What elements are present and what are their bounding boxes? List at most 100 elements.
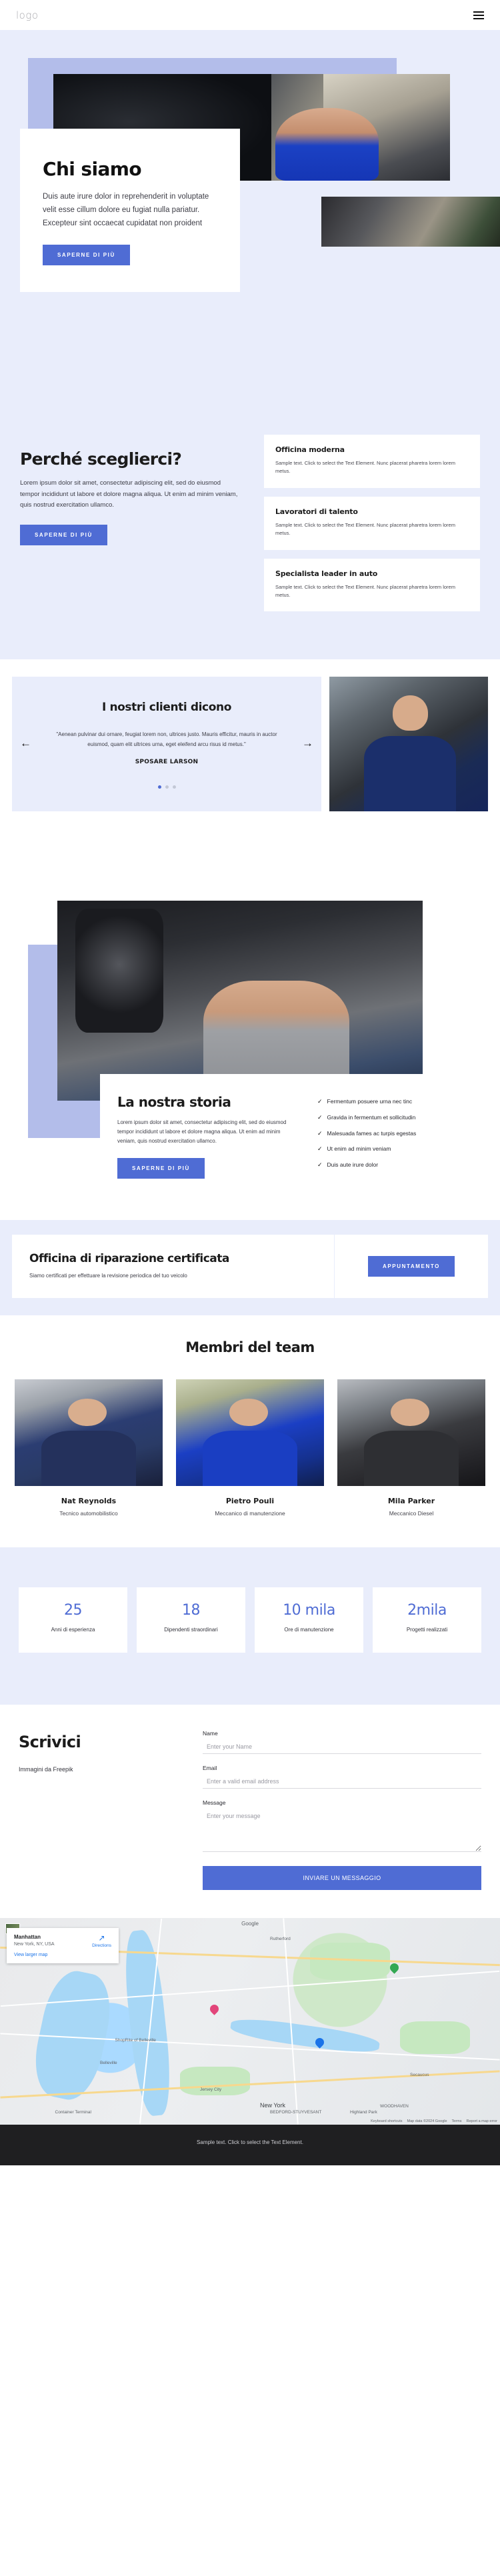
stat-card: 25 Anni di esperienza <box>19 1587 127 1653</box>
testimonials-section: I nostri clienti dicono ← → "Aenean pulv… <box>0 659 500 829</box>
testimonial-author: SPOSARE LARSON <box>135 759 199 766</box>
map-label: New York <box>260 2101 286 2109</box>
check-icon: ✓ <box>317 1129 323 1137</box>
map-attribution[interactable]: Terms <box>452 2119 462 2123</box>
contact-form: Name Email Message INVIARE UN MESSAGGIO <box>203 1730 481 1890</box>
site-logo[interactable]: logo <box>16 9 39 21</box>
contact-section: Scrivici Immagini da Freepik Name Email … <box>0 1704 500 1918</box>
team-member-role: Tecnico automobilistico <box>59 1509 118 1517</box>
team-member-name: Mila Parker <box>387 1496 435 1505</box>
testimonial-carousel: I nostri clienti dicono ← → "Aenean pulv… <box>12 677 321 812</box>
feature-card[interactable]: Officina moderna Sample text. Click to s… <box>264 435 480 488</box>
team-section: Membri del team Nat Reynolds Tecnico aut… <box>0 1315 500 1547</box>
map-label: BEDFORD-STUYVESANT <box>270 2110 322 2115</box>
team-member-role: Meccanico di manutenzione <box>215 1509 285 1517</box>
feature-card[interactable]: Specialista leader in auto Sample text. … <box>264 558 480 612</box>
map-section[interactable]: Google Manhattan New York, NY, USA View … <box>0 1917 500 2125</box>
certification-banner: Officina di riparazione certificata Siam… <box>12 1235 488 1298</box>
testimonial-quote: "Aenean pulvinar dui ornare, feugiat lor… <box>56 731 277 747</box>
feature-card-title: Specialista leader in auto <box>275 569 378 578</box>
why-text-column: Perché sceglierci? Lorem ipsum dolor sit… <box>20 435 240 611</box>
appointment-button[interactable]: APPUNTAMENTO <box>367 1255 455 1277</box>
map-place-name: Manhattan <box>14 1933 41 1940</box>
map-attribution[interactable]: Report a map error <box>467 2119 497 2123</box>
stat-card: 2mila Progetti realizzati <box>373 1587 481 1653</box>
page-root: logo Chi siamo Duis aute irure dolor in … <box>0 0 500 2165</box>
map-attribution[interactable]: Keyboard shortcuts <box>371 2119 402 2123</box>
carousel-dots <box>29 785 304 789</box>
team-member-torso <box>363 1430 459 1486</box>
directions-button[interactable]: ↗ Directions <box>92 1934 111 1957</box>
stat-label: Ore di manutenzione <box>284 1626 334 1633</box>
about-body: Duis aute irure dolor in reprehenderit i… <box>43 193 209 227</box>
site-footer: Sample text. Click to select the Text El… <box>0 2124 500 2165</box>
feature-card-body: Sample text. Click to select the Text El… <box>275 521 455 537</box>
checklist-label: Ut enim ad minim veniam <box>327 1145 391 1153</box>
story-text-column: La nostra storia Lorem ipsum dolor sit a… <box>117 1094 300 1179</box>
story-title: La nostra storia <box>117 1094 231 1111</box>
story-card: La nostra storia Lorem ipsum dolor sit a… <box>100 1074 484 1201</box>
hero-photo-secondary <box>321 197 500 247</box>
carousel-dot[interactable] <box>165 785 169 789</box>
map-park <box>400 2021 470 2055</box>
stat-value: 10 mila <box>283 1601 335 1619</box>
message-field-group: Message <box>203 1799 481 1855</box>
about-cta-button[interactable]: SAPERNE DI PIÙ <box>43 245 130 266</box>
team-member-photo <box>337 1379 485 1486</box>
team-member-photo <box>176 1379 324 1486</box>
message-textarea[interactable] <box>203 1809 481 1852</box>
story-cta-button[interactable]: SAPERNE DI PIÙ <box>117 1158 205 1179</box>
arrow-right-icon[interactable]: → <box>302 737 313 749</box>
team-member-face <box>390 1398 429 1427</box>
map-road <box>283 1918 299 2125</box>
certification-text: Officina di riparazione certificata Siam… <box>12 1235 335 1298</box>
team-member-card[interactable]: Mila Parker Meccanico Diesel <box>337 1379 485 1517</box>
name-input[interactable] <box>203 1739 481 1754</box>
stat-value: 25 <box>64 1601 83 1619</box>
email-input[interactable] <box>203 1774 481 1789</box>
map-info-card: Manhattan New York, NY, USA View larger … <box>7 1927 119 1963</box>
check-icon: ✓ <box>317 1113 323 1121</box>
hamburger-menu-icon[interactable] <box>473 11 484 19</box>
feature-card-title: Lavoratori di talento <box>275 507 358 516</box>
team-member-card[interactable]: Pietro Pouli Meccanico di manutenzione <box>176 1379 324 1517</box>
check-icon: ✓ <box>317 1098 323 1105</box>
site-header: logo <box>0 0 500 30</box>
why-body: Lorem ipsum dolor sit amet, consectetur … <box>20 479 238 509</box>
team-member-face <box>67 1398 107 1427</box>
carousel-dot[interactable] <box>157 785 161 789</box>
why-cta-button[interactable]: SAPERNE DI PIÙ <box>20 524 107 545</box>
testimonial-photo-head <box>393 695 428 731</box>
stat-value: 2mila <box>407 1601 447 1619</box>
email-label: Email <box>203 1764 217 1771</box>
team-member-name: Nat Reynolds <box>61 1496 117 1505</box>
map-label: Belleville <box>100 2060 117 2065</box>
team-member-card[interactable]: Nat Reynolds Tecnico automobilistico <box>15 1379 163 1517</box>
name-field-group: Name <box>203 1730 481 1754</box>
checklist-label: Fermentum posuere urna nec tinc <box>327 1098 413 1105</box>
name-label: Name <box>203 1729 218 1737</box>
check-icon: ✓ <box>317 1145 323 1153</box>
image-credit: Immagini da Freepik <box>19 1765 73 1773</box>
google-logo: Google <box>241 1920 259 1927</box>
map-info-text: Manhattan New York, NY, USA View larger … <box>14 1934 55 1957</box>
view-larger-map-link[interactable]: View larger map <box>14 1953 55 1957</box>
message-label: Message <box>203 1799 226 1806</box>
feature-card[interactable]: Lavoratori di talento Sample text. Click… <box>264 496 480 550</box>
stat-label: Progetti realizzati <box>406 1626 448 1633</box>
directions-label: Directions <box>92 1943 111 1948</box>
map-label: ShopRite of Belleville <box>115 2037 156 2043</box>
carousel-dot[interactable] <box>172 785 176 789</box>
contact-title: Scrivici <box>19 1732 81 1751</box>
burger-line <box>473 11 484 13</box>
send-message-button[interactable]: INVIARE UN MESSAGGIO <box>203 1865 481 1890</box>
stat-card: 18 Dipendenti straordinari <box>137 1587 245 1653</box>
our-story-section: La nostra storia Lorem ipsum dolor sit a… <box>0 901 500 1221</box>
team-member-name: Pietro Pouli <box>225 1496 275 1505</box>
stat-label: Anni di esperienza <box>51 1626 95 1633</box>
arrow-left-icon[interactable]: ← <box>20 737 31 749</box>
checklist-item: ✓ Ut enim ad minim veniam <box>317 1145 467 1153</box>
team-member-role: Meccanico Diesel <box>389 1509 434 1517</box>
burger-line <box>473 17 484 19</box>
email-field-group: Email <box>203 1765 481 1789</box>
